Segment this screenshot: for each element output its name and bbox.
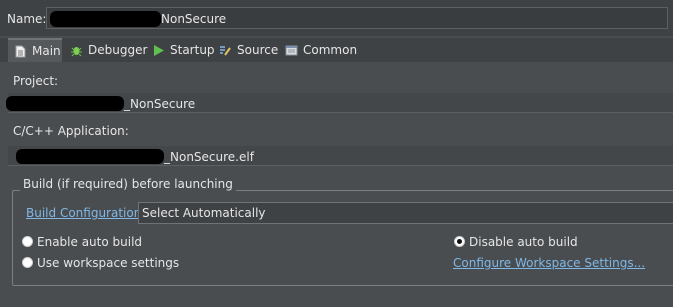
- disable-auto-build-radio[interactable]: [454, 236, 465, 247]
- tab-startup[interactable]: Startup: [152, 38, 215, 62]
- use-workspace-settings-label: Use workspace settings: [37, 256, 180, 270]
- common-icon: [285, 45, 298, 55]
- name-label: Name:: [7, 12, 47, 26]
- redacted-block: [50, 11, 161, 27]
- application-value: _NonSecure.elf: [164, 150, 254, 164]
- tab-debugger[interactable]: Debugger: [70, 38, 147, 62]
- name-value: NonSecure: [161, 12, 227, 26]
- disable-auto-build-label: Disable auto build: [469, 235, 578, 249]
- main-file-icon: [15, 45, 26, 57]
- application-label: C/C++ Application:: [13, 124, 129, 138]
- tab-source-label: Source: [237, 43, 279, 57]
- tab-common-label: Common: [303, 43, 358, 57]
- source-icon: [220, 45, 231, 56]
- tab-debugger-label: Debugger: [88, 43, 148, 57]
- redacted-block: [6, 96, 124, 111]
- build-configuration-value: Select Automatically: [142, 206, 266, 220]
- build-configuration-link[interactable]: Build Configuration:: [26, 206, 145, 220]
- tab-main[interactable]: Main: [8, 38, 62, 62]
- startup-play-icon: [154, 44, 164, 56]
- project-value: _NonSecure: [124, 97, 196, 111]
- debugger-bug-icon: [71, 46, 82, 56]
- enable-auto-build-radio[interactable]: [22, 236, 33, 247]
- project-label: Project:: [13, 74, 59, 88]
- enable-auto-build-label: Enable auto build: [37, 235, 143, 249]
- tab-startup-label: Startup: [170, 43, 215, 57]
- build-group-title: Build (if required) before launching: [20, 177, 236, 191]
- tab-common[interactable]: Common: [285, 38, 357, 62]
- tab-source[interactable]: Source: [219, 38, 278, 62]
- use-workspace-settings-radio[interactable]: [22, 257, 33, 268]
- tab-main-label: Main: [32, 44, 61, 58]
- redacted-block: [16, 149, 164, 164]
- configure-workspace-settings-link[interactable]: Configure Workspace Settings...: [453, 256, 645, 270]
